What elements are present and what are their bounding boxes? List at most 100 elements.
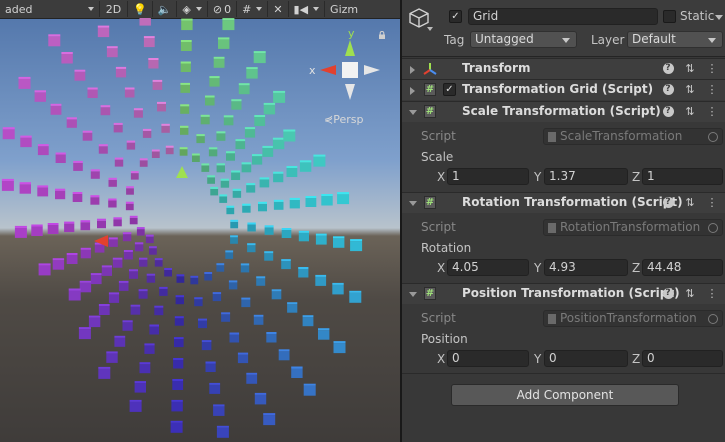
grid-cube-top — [241, 162, 252, 165]
active-checkbox[interactable]: ✓ — [449, 10, 462, 23]
gizmo-y-axis[interactable] — [345, 40, 355, 56]
projection-toggle[interactable]: ⋞Persp — [324, 113, 363, 126]
object-name-field[interactable]: Grid — [468, 8, 658, 25]
scene-view[interactable]: aded 2D 💡 🔈 ◈ ⊘ 0 # ✕ ▮◀ Gizm y x ⋞Persp — [0, 0, 400, 442]
grid-cube — [90, 275, 102, 285]
move-handle-y[interactable] — [176, 166, 188, 178]
context-menu-button[interactable]: ⋮ — [705, 195, 719, 209]
preset-button[interactable]: ⇅ — [683, 61, 697, 75]
scale-foldout-icon[interactable] — [409, 110, 417, 115]
shading-mode-dropdown[interactable]: aded — [0, 1, 100, 17]
gizmos-dropdown[interactable]: Gizm — [325, 1, 363, 17]
grid-cube — [180, 127, 189, 135]
rotation-foldout-icon[interactable] — [409, 201, 417, 206]
scale-z-field[interactable]: 1 — [642, 168, 723, 185]
scene-toolbar: aded 2D 💡 🔈 ◈ ⊘ 0 # ✕ ▮◀ Gizm — [0, 0, 400, 19]
grid-cube — [278, 351, 290, 361]
position-y-field[interactable]: 0 — [544, 350, 628, 367]
rotation-x-field[interactable]: 4.05 — [447, 259, 529, 276]
grid-cube-top — [315, 233, 327, 236]
gizmo-negx-axis[interactable] — [364, 65, 380, 75]
grid-cube — [219, 196, 228, 203]
grid-cube — [114, 337, 126, 347]
scale-script-field[interactable]: ScaleTransformation — [543, 128, 723, 145]
effects-dropdown[interactable]: ◈ — [177, 1, 208, 17]
help-button[interactable]: ? — [661, 82, 675, 96]
grid-cube-top — [129, 215, 138, 218]
scale-transformation-header[interactable]: # Scale Transformation (Script) ? ⇅ ⋮ — [402, 101, 725, 122]
gizmo-negy-axis[interactable] — [345, 84, 355, 100]
position-script-field[interactable]: PositionTransformation — [543, 310, 723, 327]
tools-button[interactable]: ✕ — [268, 1, 289, 17]
static-dropdown-icon[interactable] — [715, 15, 723, 20]
grid-cube — [73, 162, 83, 171]
grid-cube — [302, 317, 314, 327]
layer-dropdown[interactable]: Default — [627, 31, 723, 48]
grid-cube-top — [237, 352, 249, 355]
grid-cube — [149, 326, 159, 335]
context-menu-button[interactable]: ⋮ — [705, 286, 719, 300]
preset-button[interactable]: ⇅ — [683, 195, 697, 209]
transformation-grid-header[interactable]: # ✓ Transformation Grid (Script) ? ⇅ ⋮ — [402, 79, 725, 100]
transformation-grid-enabled-checkbox[interactable]: ✓ — [443, 83, 456, 96]
grid-cube-top — [254, 115, 266, 117]
hidden-objects-toggle[interactable]: ⊘ 0 — [208, 1, 238, 17]
context-menu-button[interactable]: ⋮ — [705, 61, 719, 75]
toggle-2d-button[interactable]: 2D — [100, 1, 128, 17]
help-button[interactable]: ? — [661, 61, 675, 75]
transform-header[interactable]: Transform ? ⇅ ⋮ — [402, 58, 725, 79]
rotation-z-field[interactable]: 44.48 — [642, 259, 723, 276]
transformation-grid-foldout-icon[interactable] — [410, 87, 415, 95]
orientation-gizmo[interactable]: y x — [308, 28, 384, 104]
icon-dropdown-icon[interactable] — [427, 27, 433, 31]
object-picker-icon[interactable] — [708, 132, 718, 142]
preset-button[interactable]: ⇅ — [683, 104, 697, 118]
gizmo-center[interactable] — [342, 62, 358, 78]
gameobject-cube-icon — [409, 8, 429, 28]
grid-cube — [159, 288, 168, 296]
grid-cube-top — [252, 154, 263, 157]
rotation-y-field[interactable]: 4.93 — [544, 259, 628, 276]
grid-cube — [291, 368, 303, 378]
grid-cube-top — [78, 327, 91, 330]
add-component-button[interactable]: Add Component — [451, 384, 679, 406]
position-foldout-icon[interactable] — [409, 292, 417, 297]
context-menu-button[interactable]: ⋮ — [705, 104, 719, 118]
grid-cube — [37, 146, 49, 156]
grid-cube — [262, 147, 274, 157]
scale-x-field[interactable]: 1 — [447, 168, 529, 185]
help-button[interactable]: ? — [661, 104, 675, 118]
rotation-transformation-header[interactable]: # Rotation Transformation (Script) ? ⇅ ⋮ — [402, 192, 725, 213]
position-transformation-header[interactable]: # Position Transformation (Script) ? ⇅ ⋮ — [402, 283, 725, 304]
position-x-field[interactable]: 0 — [447, 350, 529, 367]
object-picker-icon[interactable] — [708, 223, 718, 233]
help-button[interactable]: ? — [661, 286, 675, 300]
grid-cube-top — [228, 280, 238, 283]
transform-foldout-icon[interactable] — [410, 66, 415, 74]
tag-dropdown[interactable]: Untagged — [470, 31, 577, 48]
grid-cube-top — [171, 399, 183, 402]
audio-toggle-button[interactable]: 🔈 — [153, 1, 178, 17]
scale-y-field[interactable]: 1.37 — [544, 168, 628, 185]
lock-icon[interactable] — [378, 31, 386, 39]
object-picker-icon[interactable] — [708, 314, 718, 324]
scale-script-label: Script — [421, 129, 456, 143]
grid-cube-top — [161, 123, 170, 126]
grid-cube-top — [337, 192, 350, 195]
context-menu-button[interactable]: ⋮ — [705, 82, 719, 96]
grid-cube — [179, 149, 188, 156]
position-z-field[interactable]: 0 — [642, 350, 723, 367]
grid-cube-top — [271, 289, 282, 292]
rotation-script-field[interactable]: RotationTransformation — [543, 219, 723, 236]
grid-dropdown[interactable]: # — [237, 1, 269, 17]
camera-dropdown[interactable]: ▮◀ — [289, 1, 326, 17]
preset-button[interactable]: ⇅ — [683, 82, 697, 96]
help-button[interactable]: ? — [661, 195, 675, 209]
light-toggle-button[interactable]: 💡 — [128, 1, 153, 17]
grid-cube — [106, 353, 118, 363]
gizmo-x-axis[interactable] — [320, 65, 336, 75]
grid-cube-top — [134, 381, 146, 384]
grid-cube — [171, 401, 183, 412]
preset-button[interactable]: ⇅ — [683, 286, 697, 300]
static-checkbox[interactable] — [663, 10, 676, 23]
